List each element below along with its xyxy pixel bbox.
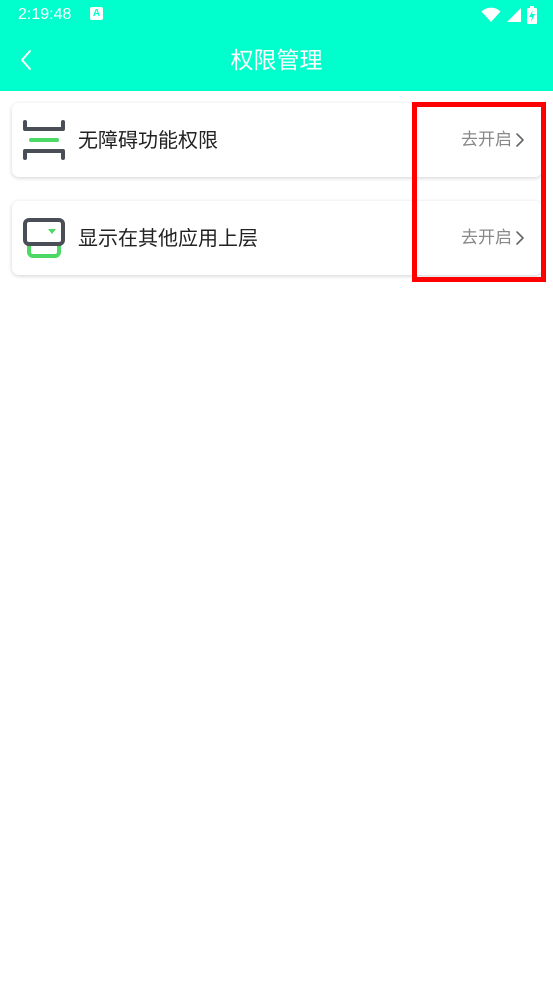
screen: 2:19:48 A 权限管理 无障碍功能权限 去开启 显示在其他应用上层 去开启	[0, 0, 553, 984]
battery-charging-icon	[527, 6, 537, 24]
app-header: 2:19:48 A 权限管理	[0, 0, 553, 91]
overlay-window-icon	[23, 218, 65, 258]
wifi-icon	[481, 7, 501, 22]
status-bar: 2:19:48 A	[0, 0, 553, 30]
status-icons	[481, 6, 537, 24]
permission-label: 显示在其他应用上层	[78, 226, 258, 250]
status-time: 2:19:48	[18, 6, 72, 23]
signal-icon	[507, 8, 521, 22]
highlight-box	[412, 102, 546, 282]
page-title: 权限管理	[230, 48, 323, 74]
accessibility-icon	[23, 120, 65, 160]
navigation-bar: 权限管理	[0, 30, 553, 91]
permission-label: 无障碍功能权限	[78, 128, 218, 152]
notification-icon: A	[90, 7, 103, 20]
